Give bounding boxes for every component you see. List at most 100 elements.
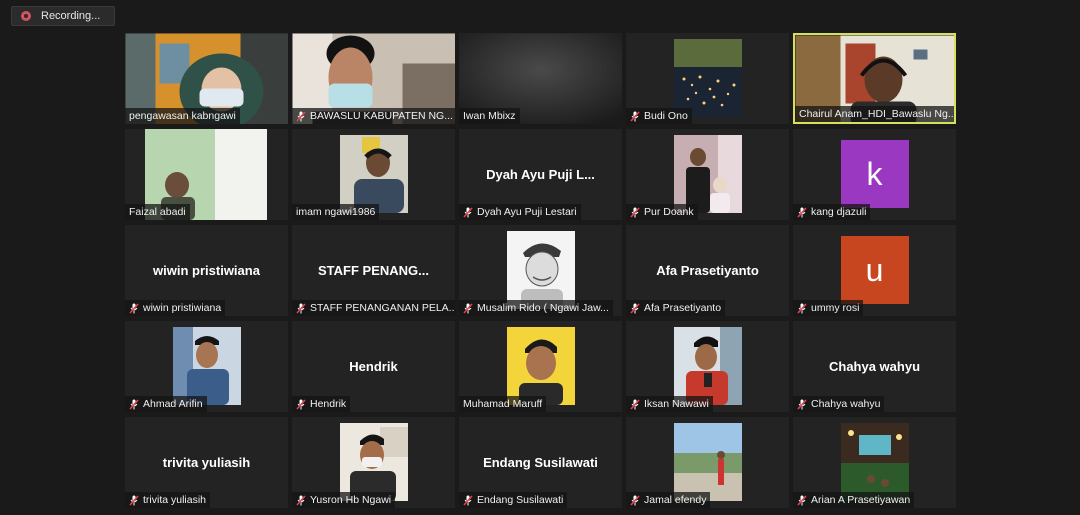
recording-icon bbox=[21, 11, 31, 21]
participant-name-label: Budi Ono bbox=[626, 108, 692, 124]
participant-name: BAWASLU KABUPATEN NG... bbox=[310, 110, 453, 122]
participant-name: Muhamad Maruff bbox=[463, 398, 543, 410]
participant-name: STAFF PENANGANAN PELA... bbox=[310, 302, 455, 314]
participant-avatar: k bbox=[840, 140, 909, 208]
participant-tile[interactable]: STAFF PENANG... STAFF PENANGANAN PELA... bbox=[292, 225, 455, 316]
participant-photo bbox=[506, 327, 575, 405]
participant-name-label: Iwan Mbixz bbox=[459, 108, 520, 124]
participant-name-label: Musalim Rido ( Ngawi Jaw... bbox=[459, 300, 613, 316]
participant-tile[interactable]: Iwan Mbixz bbox=[459, 33, 622, 124]
participant-tile[interactable]: pengawasan kabngawi bbox=[125, 33, 288, 124]
muted-mic-icon bbox=[296, 398, 306, 410]
participant-tile[interactable]: Yusron Hb Ngawi bbox=[292, 417, 455, 508]
participant-tile[interactable]: Hendrik Hendrik bbox=[292, 321, 455, 412]
participant-display-name: Dyah Ayu Puji L... bbox=[486, 167, 595, 182]
recording-indicator[interactable]: Recording... bbox=[11, 6, 115, 26]
participant-name: Chairul Anam_HDI_Bawaslu Ng... bbox=[799, 108, 956, 120]
participant-name: Afa Prasetiyanto bbox=[644, 302, 722, 314]
participant-name-label: kang djazuli bbox=[793, 204, 871, 220]
participant-name-label: Pur Doank bbox=[626, 204, 698, 220]
participant-tile[interactable]: Iksan Nawawi bbox=[626, 321, 789, 412]
participant-name: ummy rosi bbox=[811, 302, 860, 314]
participant-tile[interactable]: Budi Ono bbox=[626, 33, 789, 124]
participant-photo bbox=[673, 423, 742, 501]
participant-tile[interactable]: Chahya wahyu Chahya wahyu bbox=[793, 321, 956, 412]
participant-name: trivita yuliasih bbox=[143, 494, 207, 506]
participant-name-label: trivita yuliasih bbox=[125, 492, 211, 508]
participant-display-name: STAFF PENANG... bbox=[318, 263, 429, 278]
participant-name: kang djazuli bbox=[811, 206, 867, 218]
participant-name-label: Iksan Nawawi bbox=[626, 396, 713, 412]
participant-name: Pur Doank bbox=[644, 206, 694, 218]
muted-mic-icon bbox=[463, 494, 473, 506]
participant-name: pengawasan kabngawi bbox=[129, 110, 236, 122]
participant-tile[interactable]: Afa Prasetiyanto Afa Prasetiyanto bbox=[626, 225, 789, 316]
participant-tile[interactable]: Ahmad Arifin bbox=[125, 321, 288, 412]
participant-name: imam ngawi1986 bbox=[296, 206, 376, 218]
participant-name-label: Yusron Hb Ngawi bbox=[292, 492, 396, 508]
muted-mic-icon bbox=[630, 302, 640, 314]
participant-avatar: u bbox=[840, 236, 909, 304]
muted-mic-icon bbox=[129, 302, 139, 314]
muted-mic-icon bbox=[463, 302, 473, 314]
participant-tile[interactable]: Faizal abadi bbox=[125, 129, 288, 220]
participant-name-label: ummy rosi bbox=[793, 300, 864, 316]
muted-mic-icon bbox=[797, 302, 807, 314]
participant-name: Iwan Mbixz bbox=[463, 110, 516, 122]
participant-name-label: Arian A Prasetiyawan bbox=[793, 492, 915, 508]
participant-name-label: Hendrik bbox=[292, 396, 351, 412]
participant-tile[interactable]: Dyah Ayu Puji L... Dyah Ayu Puji Lestari bbox=[459, 129, 622, 220]
participant-name-label: wiwin pristiwiana bbox=[125, 300, 226, 316]
participant-name-label: Dyah Ayu Puji Lestari bbox=[459, 204, 581, 220]
muted-mic-icon bbox=[463, 206, 473, 218]
participant-name-label: Chairul Anam_HDI_Bawaslu Ng... bbox=[795, 106, 956, 122]
participant-name-label: BAWASLU KABUPATEN NG... bbox=[292, 108, 455, 124]
muted-mic-icon bbox=[797, 494, 807, 506]
participant-tile[interactable]: Endang Susilawati Endang Susilawati bbox=[459, 417, 622, 508]
muted-mic-icon bbox=[630, 206, 640, 218]
participant-tile[interactable]: trivita yuliasih trivita yuliasih bbox=[125, 417, 288, 508]
participant-tile[interactable]: BAWASLU KABUPATEN NG... bbox=[292, 33, 455, 124]
participant-name: Endang Susilawati bbox=[477, 494, 564, 506]
participant-name: Jamal efendy bbox=[644, 494, 707, 506]
participant-name: Faizal abadi bbox=[129, 206, 186, 218]
participant-name: Musalim Rido ( Ngawi Jaw... bbox=[477, 302, 609, 314]
participant-tile[interactable]: Arian A Prasetiyawan bbox=[793, 417, 956, 508]
participant-photo bbox=[673, 39, 742, 117]
participant-name: wiwin pristiwiana bbox=[143, 302, 222, 314]
participant-tile[interactable]: Jamal efendy bbox=[626, 417, 789, 508]
muted-mic-icon bbox=[296, 302, 306, 314]
participant-name: Iksan Nawawi bbox=[644, 398, 709, 410]
participant-name: Budi Ono bbox=[644, 110, 688, 122]
participant-name-label: Endang Susilawati bbox=[459, 492, 568, 508]
participant-tile[interactable]: u ummy rosi bbox=[793, 225, 956, 316]
participant-name: Ahmad Arifin bbox=[143, 398, 203, 410]
muted-mic-icon bbox=[630, 494, 640, 506]
participant-tile[interactable]: wiwin pristiwiana wiwin pristiwiana bbox=[125, 225, 288, 316]
participant-display-name: Endang Susilawati bbox=[483, 455, 598, 470]
participant-photo bbox=[339, 423, 408, 501]
muted-mic-icon bbox=[630, 398, 640, 410]
participant-photo bbox=[673, 327, 742, 405]
muted-mic-icon bbox=[296, 494, 306, 506]
participant-tile[interactable]: Muhamad Maruff bbox=[459, 321, 622, 412]
muted-mic-icon bbox=[797, 398, 807, 410]
participant-name-label: imam ngawi1986 bbox=[292, 204, 380, 220]
participant-name-label: Jamal efendy bbox=[626, 492, 711, 508]
participant-name-label: Afa Prasetiyanto bbox=[626, 300, 726, 316]
participant-gallery: pengawasan kabngawi BAWASLU KABUPATEN NG… bbox=[125, 33, 956, 508]
participant-photo bbox=[172, 327, 241, 405]
participant-name: Yusron Hb Ngawi bbox=[310, 494, 392, 506]
participant-tile-active-speaker[interactable]: Chairul Anam_HDI_Bawaslu Ng... bbox=[793, 33, 956, 124]
participant-tile[interactable]: k kang djazuli bbox=[793, 129, 956, 220]
participant-display-name: trivita yuliasih bbox=[162, 455, 251, 470]
muted-mic-icon bbox=[129, 398, 139, 410]
participant-display-name: Afa Prasetiyanto bbox=[656, 263, 759, 278]
participant-name: Arian A Prasetiyawan bbox=[811, 494, 911, 506]
participant-display-name: wiwin pristiwiana bbox=[153, 263, 260, 278]
participant-tile[interactable]: Pur Doank bbox=[626, 129, 789, 220]
participant-tile[interactable]: imam ngawi1986 bbox=[292, 129, 455, 220]
recording-label: Recording... bbox=[41, 10, 101, 22]
participant-name: Dyah Ayu Puji Lestari bbox=[477, 206, 577, 218]
participant-tile[interactable]: Musalim Rido ( Ngawi Jaw... bbox=[459, 225, 622, 316]
